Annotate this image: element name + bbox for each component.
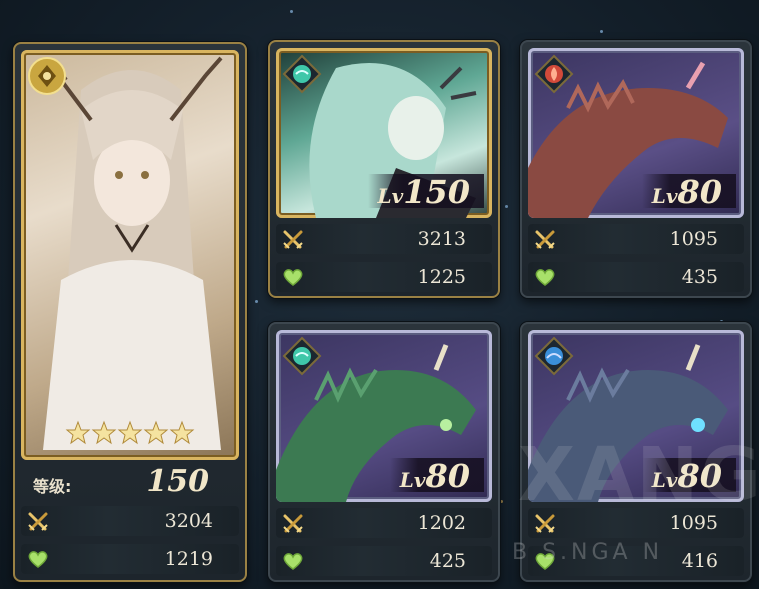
- main-character-card[interactable]: 等级: 150 3204 1219: [13, 42, 247, 582]
- hp-value: 1219: [164, 548, 213, 570]
- watermark-text: B S.NGA N: [512, 540, 664, 565]
- water-element-icon: [535, 337, 573, 375]
- level-badge: Lv80: [641, 174, 736, 208]
- attack-stat: 1202: [276, 508, 492, 538]
- attack-value: 1202: [417, 512, 466, 534]
- wind-element-icon: [283, 55, 321, 93]
- hp-stat: 1219: [21, 544, 239, 574]
- attack-stat: 3213: [276, 224, 492, 254]
- level-badge: Lv80: [389, 458, 484, 492]
- attack-stat: 3204: [21, 506, 239, 536]
- team-card-2[interactable]: Lv80 1095 435: [520, 40, 752, 298]
- wind-element-icon: [283, 337, 321, 375]
- level-value: 150: [146, 464, 209, 499]
- crossed-swords-icon: [534, 230, 556, 250]
- heart-icon: [283, 269, 303, 286]
- card-portrait: Lv80: [276, 330, 492, 502]
- heart-icon: [283, 553, 303, 570]
- star-icon: [169, 420, 195, 445]
- card-portrait: Lv150: [276, 48, 492, 218]
- team-card-3[interactable]: Lv80 1202 425: [268, 322, 500, 582]
- star-icon: [91, 420, 117, 445]
- star-icon: [143, 420, 169, 445]
- attack-stat: 1095: [528, 224, 744, 254]
- watermark-logo: XANGA: [518, 432, 759, 518]
- star-icon: [117, 420, 143, 445]
- crossed-swords-icon: [282, 230, 304, 250]
- hp-stat: 425: [276, 546, 492, 576]
- hp-value: 425: [429, 550, 466, 572]
- hp-value: 416: [681, 550, 718, 572]
- star-icon: [65, 420, 91, 445]
- main-character-portrait: [21, 50, 239, 460]
- heart-icon: [28, 551, 48, 568]
- rarity-stars: [21, 420, 239, 450]
- attack-value: 1095: [669, 228, 718, 250]
- hp-stat: 1225: [276, 262, 492, 292]
- card-portrait: Lv80: [528, 48, 744, 218]
- attack-value: 3204: [164, 510, 213, 532]
- level-badge: Lv150: [367, 174, 484, 208]
- level-label: 等级:: [33, 477, 72, 496]
- team-card-1[interactable]: Lv150 3213 1225: [268, 40, 500, 298]
- level-row: 等级: 150: [21, 464, 239, 500]
- light-element-icon: [28, 57, 66, 95]
- hp-value: 1225: [417, 266, 466, 288]
- character-illustration: [43, 56, 223, 450]
- hp-stat: 435: [528, 262, 744, 292]
- crossed-swords-icon: [27, 512, 49, 532]
- heart-icon: [535, 269, 555, 286]
- hp-value: 435: [681, 266, 718, 288]
- attack-value: 3213: [417, 228, 466, 250]
- crossed-swords-icon: [282, 514, 304, 534]
- fire-element-icon: [535, 55, 573, 93]
